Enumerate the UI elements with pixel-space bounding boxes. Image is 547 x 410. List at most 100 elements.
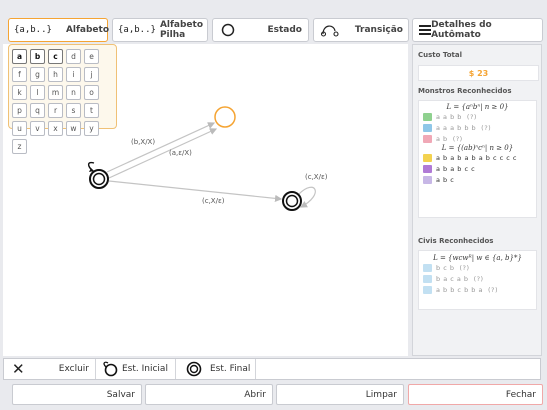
alphabet-key-z[interactable]: z <box>12 139 27 154</box>
civis-language: L = {wcwᴿ| w ∈ {a, b}*} <box>433 254 522 262</box>
stack-alphabet-icon: {a,b..} <box>118 25 156 35</box>
alphabet-key-q[interactable]: q <box>30 103 45 118</box>
character-avatar-icon <box>423 175 432 184</box>
alphabet-key-m[interactable]: m <box>48 85 63 100</box>
transition-edge-q0-q1-b[interactable] <box>108 128 218 179</box>
transition-label-4: (c,X/ε) <box>305 173 328 181</box>
tab-details-label: Detalhes do Autômato <box>431 20 492 40</box>
alphabet-key-b[interactable]: b <box>30 49 45 64</box>
word-status: (?) <box>473 274 484 283</box>
tab-state-label: Estado <box>267 25 302 35</box>
alphabet-picker: abcde fghij klmno pqrst uvxwy z <box>8 44 117 154</box>
alphabet-key-c[interactable]: c <box>48 49 63 64</box>
transition-arrow-icon <box>320 25 339 37</box>
transition-label-1: (b,X/X) <box>131 138 155 146</box>
word-text: a b <box>436 134 448 143</box>
word-row: b c b (?) <box>423 262 532 273</box>
tab-transition[interactable]: Transição <box>313 18 409 42</box>
cost-value: $ 23 <box>418 65 539 81</box>
alphabet-key-p[interactable]: p <box>12 103 27 118</box>
alphabet-key-r[interactable]: r <box>48 103 63 118</box>
final-state-label: Est. Final <box>210 364 251 374</box>
alphabet-key-t[interactable]: t <box>84 103 99 118</box>
state-node-selected[interactable] <box>214 106 236 128</box>
alphabet-icon: {a,b..} <box>14 25 52 35</box>
clear-button[interactable]: Limpar <box>276 384 404 405</box>
tab-transition-label: Transição <box>354 25 403 35</box>
delete-label: Excluir <box>58 364 89 374</box>
details-panel: Custo Total $ 23 Monstros Reconhecidos L… <box>412 44 542 356</box>
alphabet-key-j[interactable]: j <box>84 67 99 82</box>
civis-title: Civis Reconhecidos <box>418 237 494 245</box>
state-node-initial[interactable] <box>87 161 109 189</box>
word-row: a b b c b b a (?) <box>423 284 532 295</box>
word-text: a a a b b b <box>436 123 477 132</box>
alphabet-key-u[interactable]: u <box>12 121 27 136</box>
alphabet-key-s[interactable]: s <box>66 103 81 118</box>
word-text: a a b b <box>436 112 462 121</box>
initial-state-icon <box>103 361 118 377</box>
alphabet-key-e[interactable]: e <box>84 49 99 64</box>
alphabet-key-a[interactable]: a <box>12 49 27 64</box>
monsters-list: L = {aⁿbⁿ| n ≥ 0} a a b b (?) a a a b b b (… <box>418 100 537 218</box>
monsters-language-1: L = {aⁿbⁿ| n ≥ 0} <box>446 103 509 111</box>
monsters-title: Monstros Reconhecidos <box>418 87 512 95</box>
word-text: a b b c b b a <box>436 285 483 294</box>
state-circle-icon <box>221 23 235 37</box>
character-avatar-icon <box>423 164 432 173</box>
alphabet-key-k[interactable]: k <box>12 85 27 100</box>
civis-list: L = {wcwᴿ| w ∈ {a, b}*} b c b (?) b a c a … <box>418 250 537 310</box>
character-avatar-icon <box>423 274 432 283</box>
word-row: a b a b a b a b c c c c <box>423 152 532 163</box>
monsters-language-2: L = {(ab)ⁿcⁿ| n ≥ 0} <box>441 144 514 152</box>
alphabet-key-l[interactable]: l <box>30 85 45 100</box>
open-button[interactable]: Abrir <box>145 384 273 405</box>
state-node-final[interactable] <box>282 191 302 211</box>
close-button[interactable]: Fechar <box>408 384 543 405</box>
word-text: a b a b c c <box>436 164 476 173</box>
tab-alphabet[interactable]: {a,b..} Alfabeto <box>8 18 110 42</box>
character-avatar-icon <box>423 153 432 162</box>
initial-state-button[interactable]: Est. Inicial <box>96 359 176 379</box>
tab-automaton-details[interactable]: Detalhes do Autômato <box>412 18 543 42</box>
transition-edge-q0-q1-a[interactable] <box>106 122 216 173</box>
alphabet-key-i[interactable]: i <box>66 67 81 82</box>
alphabet-key-d[interactable]: d <box>66 49 81 64</box>
word-text: a b c <box>436 175 455 184</box>
tab-stack-alphabet-label: Alfabeto Pilha <box>159 20 204 40</box>
final-state-icon <box>186 361 202 377</box>
tab-state[interactable]: Estado <box>212 18 309 42</box>
transition-edge-q0-q2[interactable] <box>108 180 283 202</box>
final-state-button[interactable]: Est. Final <box>176 359 256 379</box>
transition-label-3: (c,X/ε) <box>202 197 225 205</box>
word-row: a a a b b b (?) <box>423 122 532 133</box>
alphabet-key-x[interactable]: x <box>48 121 63 136</box>
word-status: (?) <box>487 285 498 294</box>
alphabet-key-o[interactable]: o <box>84 85 99 100</box>
alphabet-key-v[interactable]: v <box>30 121 45 136</box>
tab-alphabet-label: Alfabeto <box>65 25 110 35</box>
character-avatar-icon <box>423 123 432 132</box>
character-avatar-icon <box>423 263 432 272</box>
delete-button[interactable]: ✕ Excluir <box>4 359 96 379</box>
alphabet-key-f[interactable]: f <box>12 67 27 82</box>
character-avatar-icon <box>423 134 432 143</box>
word-status: (?) <box>452 134 463 143</box>
character-avatar-icon <box>423 112 432 121</box>
alphabet-key-g[interactable]: g <box>30 67 45 82</box>
word-text: b a c a b <box>436 274 469 283</box>
save-button[interactable]: Salvar <box>12 384 142 405</box>
cost-title: Custo Total <box>418 51 463 59</box>
alphabet-key-y[interactable]: y <box>84 121 99 136</box>
tab-stack-alphabet[interactable]: {a,b..} Alfabeto Pilha <box>112 18 208 42</box>
transition-label-2: (a,ε/X) <box>169 149 192 157</box>
word-text: b c b <box>436 263 455 272</box>
alphabet-key-n[interactable]: n <box>66 85 81 100</box>
character-avatar-icon <box>423 285 432 294</box>
word-row: a b a b c c <box>423 163 532 174</box>
alphabet-key-h[interactable]: h <box>48 67 63 82</box>
word-text: a b a b a b a b c c c c <box>436 153 517 162</box>
word-status: (?) <box>459 263 470 272</box>
alphabet-key-w[interactable]: w <box>66 121 81 136</box>
word-row: a a b b (?) <box>423 111 532 122</box>
